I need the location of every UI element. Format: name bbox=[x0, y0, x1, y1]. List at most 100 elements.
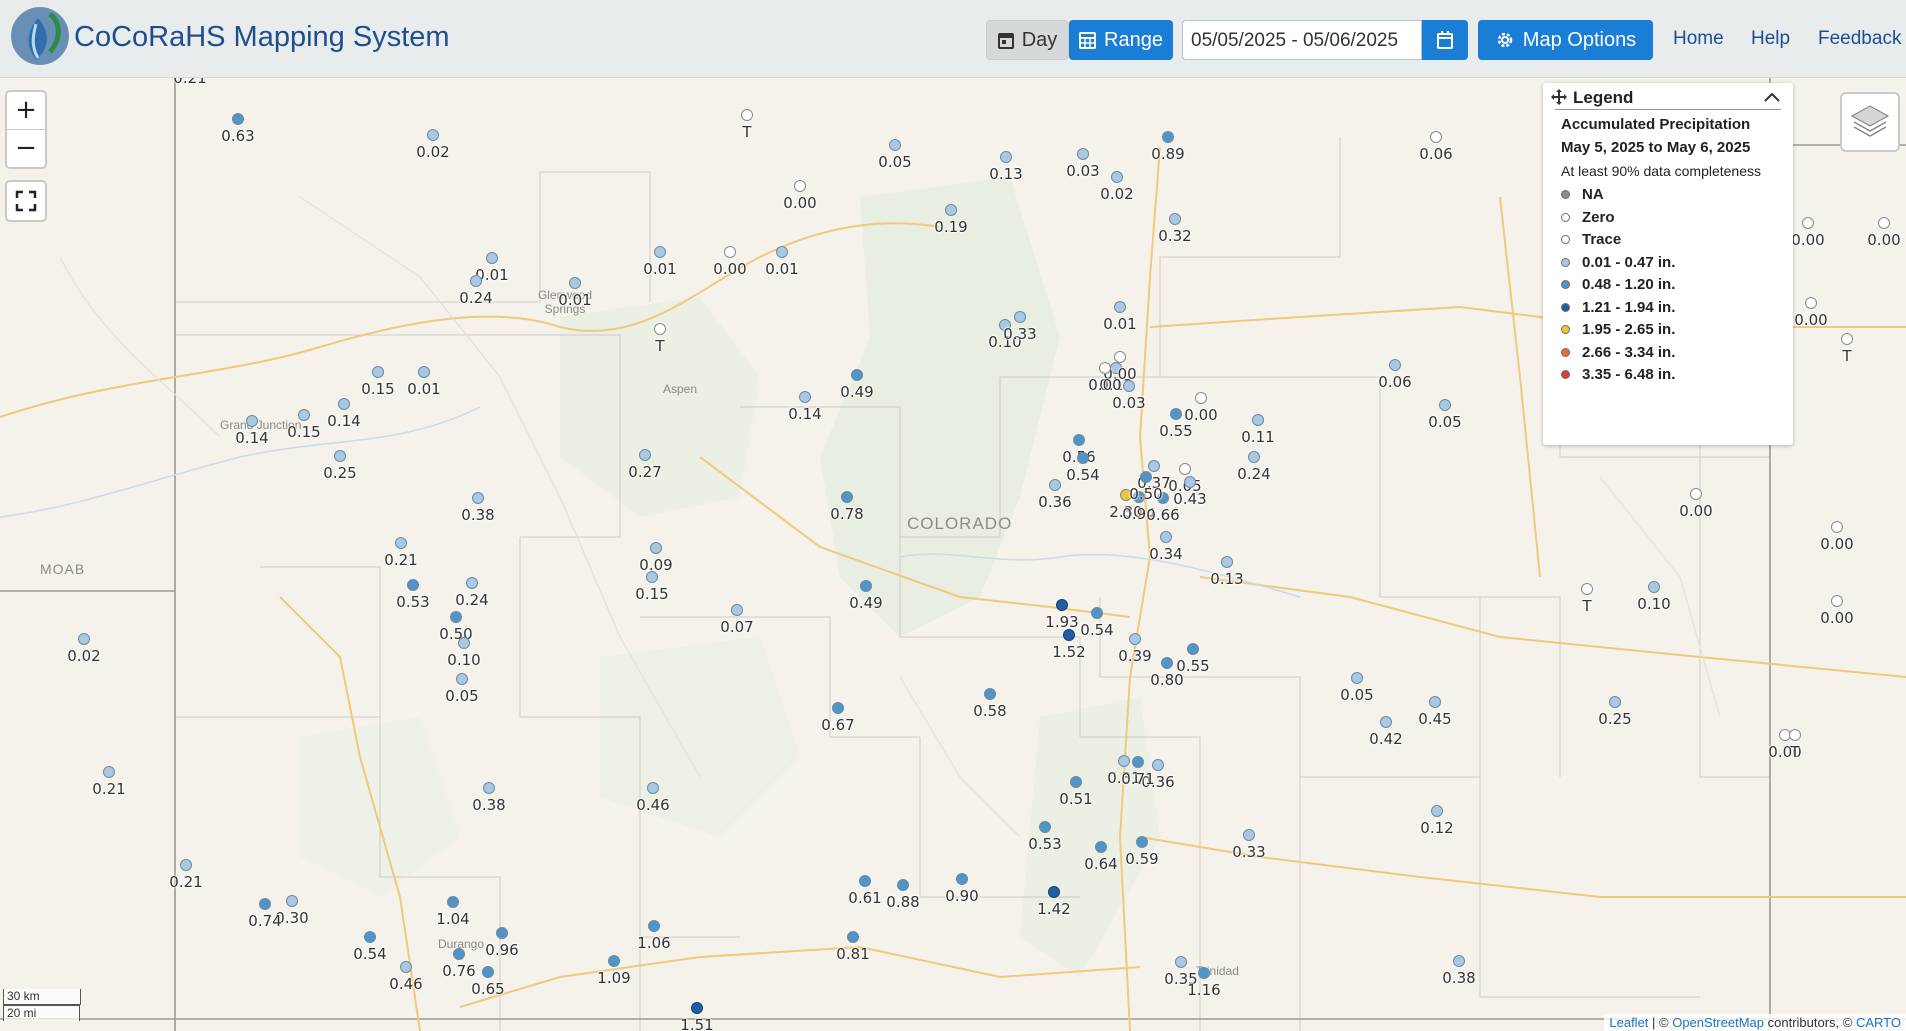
station-marker[interactable] bbox=[897, 879, 909, 891]
station-marker[interactable] bbox=[418, 366, 430, 378]
station-marker[interactable] bbox=[1170, 408, 1182, 420]
station-marker[interactable] bbox=[1123, 380, 1135, 392]
station-marker[interactable] bbox=[1789, 729, 1801, 741]
station-marker[interactable] bbox=[1841, 333, 1853, 345]
move-icon[interactable] bbox=[1551, 89, 1567, 105]
station-marker[interactable] bbox=[1070, 776, 1082, 788]
station-marker[interactable] bbox=[1380, 716, 1392, 728]
station-marker[interactable] bbox=[1648, 581, 1660, 593]
station-marker[interactable] bbox=[847, 931, 859, 943]
station-marker[interactable] bbox=[483, 782, 495, 794]
nav-help-link[interactable]: Help bbox=[1751, 28, 1790, 50]
station-marker[interactable] bbox=[1187, 643, 1199, 655]
station-marker[interactable] bbox=[1129, 633, 1141, 645]
station-marker[interactable] bbox=[841, 491, 853, 503]
station-marker[interactable] bbox=[569, 277, 581, 289]
station-marker[interactable] bbox=[1195, 392, 1207, 404]
station-marker[interactable] bbox=[1581, 583, 1593, 595]
cocorahs-logo[interactable] bbox=[8, 4, 72, 68]
station-marker[interactable] bbox=[456, 673, 468, 685]
station-marker[interactable] bbox=[1056, 599, 1068, 611]
zoom-in-button[interactable]: + bbox=[7, 92, 45, 129]
station-marker[interactable] bbox=[889, 139, 901, 151]
date-range-input[interactable]: 05/05/2025 - 05/06/2025 bbox=[1182, 20, 1422, 60]
layers-button[interactable] bbox=[1840, 92, 1900, 152]
station-marker[interactable] bbox=[654, 323, 666, 335]
station-marker[interactable] bbox=[496, 927, 508, 939]
station-marker[interactable] bbox=[1221, 556, 1233, 568]
station-marker[interactable] bbox=[103, 766, 115, 778]
map-canvas[interactable]: COLORADO MOAB Glenwood Springs Aspen Dur… bbox=[0, 77, 1906, 1031]
zoom-out-button[interactable]: − bbox=[7, 130, 45, 167]
station-marker[interactable] bbox=[472, 492, 484, 504]
station-marker[interactable] bbox=[1169, 213, 1181, 225]
station-marker[interactable] bbox=[1136, 836, 1148, 848]
station-marker[interactable] bbox=[1453, 955, 1465, 967]
station-marker[interactable] bbox=[372, 366, 384, 378]
station-marker[interactable] bbox=[1000, 151, 1012, 163]
station-marker[interactable] bbox=[984, 688, 996, 700]
station-marker[interactable] bbox=[1114, 301, 1126, 313]
station-marker[interactable] bbox=[298, 409, 310, 421]
station-marker[interactable] bbox=[1184, 476, 1196, 488]
station-marker[interactable] bbox=[407, 579, 419, 591]
station-marker[interactable] bbox=[832, 702, 844, 714]
station-marker[interactable] bbox=[691, 1002, 703, 1014]
station-marker[interactable] bbox=[1609, 696, 1621, 708]
calendar-picker-button[interactable] bbox=[1422, 20, 1468, 60]
carto-link[interactable]: CARTO bbox=[1856, 1015, 1901, 1030]
station-marker[interactable] bbox=[246, 415, 258, 427]
station-marker[interactable] bbox=[731, 604, 743, 616]
station-marker[interactable] bbox=[400, 961, 412, 973]
station-marker[interactable] bbox=[486, 252, 498, 264]
station-marker[interactable] bbox=[1091, 607, 1103, 619]
station-marker[interactable] bbox=[1039, 821, 1051, 833]
fullscreen-button[interactable] bbox=[5, 180, 47, 222]
station-marker[interactable] bbox=[1077, 452, 1089, 464]
station-marker[interactable] bbox=[1690, 488, 1702, 500]
station-marker[interactable] bbox=[1148, 460, 1160, 472]
station-marker[interactable] bbox=[741, 109, 753, 121]
station-marker[interactable] bbox=[654, 246, 666, 258]
osm-link[interactable]: OpenStreetMap bbox=[1672, 1015, 1764, 1030]
station-marker[interactable] bbox=[1099, 362, 1111, 374]
station-marker[interactable] bbox=[466, 577, 478, 589]
station-marker[interactable] bbox=[1439, 399, 1451, 411]
nav-feedback-link[interactable]: Feedback bbox=[1818, 28, 1901, 50]
station-marker[interactable] bbox=[1160, 531, 1172, 543]
station-marker[interactable] bbox=[1095, 841, 1107, 853]
station-marker[interactable] bbox=[1389, 359, 1401, 371]
station-marker[interactable] bbox=[1132, 756, 1144, 768]
station-marker[interactable] bbox=[639, 449, 651, 461]
station-marker[interactable] bbox=[648, 920, 660, 932]
station-marker[interactable] bbox=[427, 129, 439, 141]
station-marker[interactable] bbox=[1140, 471, 1152, 483]
station-marker[interactable] bbox=[482, 966, 494, 978]
station-marker[interactable] bbox=[1429, 696, 1441, 708]
station-marker[interactable] bbox=[650, 542, 662, 554]
station-marker[interactable] bbox=[1179, 463, 1191, 475]
station-marker[interactable] bbox=[180, 859, 192, 871]
station-marker[interactable] bbox=[338, 398, 350, 410]
station-marker[interactable] bbox=[1198, 967, 1210, 979]
station-marker[interactable] bbox=[859, 875, 871, 887]
station-marker[interactable] bbox=[334, 450, 346, 462]
station-marker[interactable] bbox=[1014, 311, 1026, 323]
station-marker[interactable] bbox=[1077, 148, 1089, 160]
range-button[interactable]: Range bbox=[1069, 20, 1173, 60]
station-marker[interactable] bbox=[395, 537, 407, 549]
station-marker[interactable] bbox=[447, 896, 459, 908]
station-marker[interactable] bbox=[470, 275, 482, 287]
station-marker[interactable] bbox=[259, 898, 271, 910]
station-marker[interactable] bbox=[956, 873, 968, 885]
station-marker[interactable] bbox=[286, 895, 298, 907]
station-marker[interactable] bbox=[453, 948, 465, 960]
station-marker[interactable] bbox=[1351, 672, 1363, 684]
station-marker[interactable] bbox=[646, 571, 658, 583]
station-marker[interactable] bbox=[1430, 131, 1442, 143]
station-marker[interactable] bbox=[851, 369, 863, 381]
station-marker[interactable] bbox=[1175, 956, 1187, 968]
station-marker[interactable] bbox=[78, 633, 90, 645]
station-marker[interactable] bbox=[364, 931, 376, 943]
station-marker[interactable] bbox=[945, 204, 957, 216]
